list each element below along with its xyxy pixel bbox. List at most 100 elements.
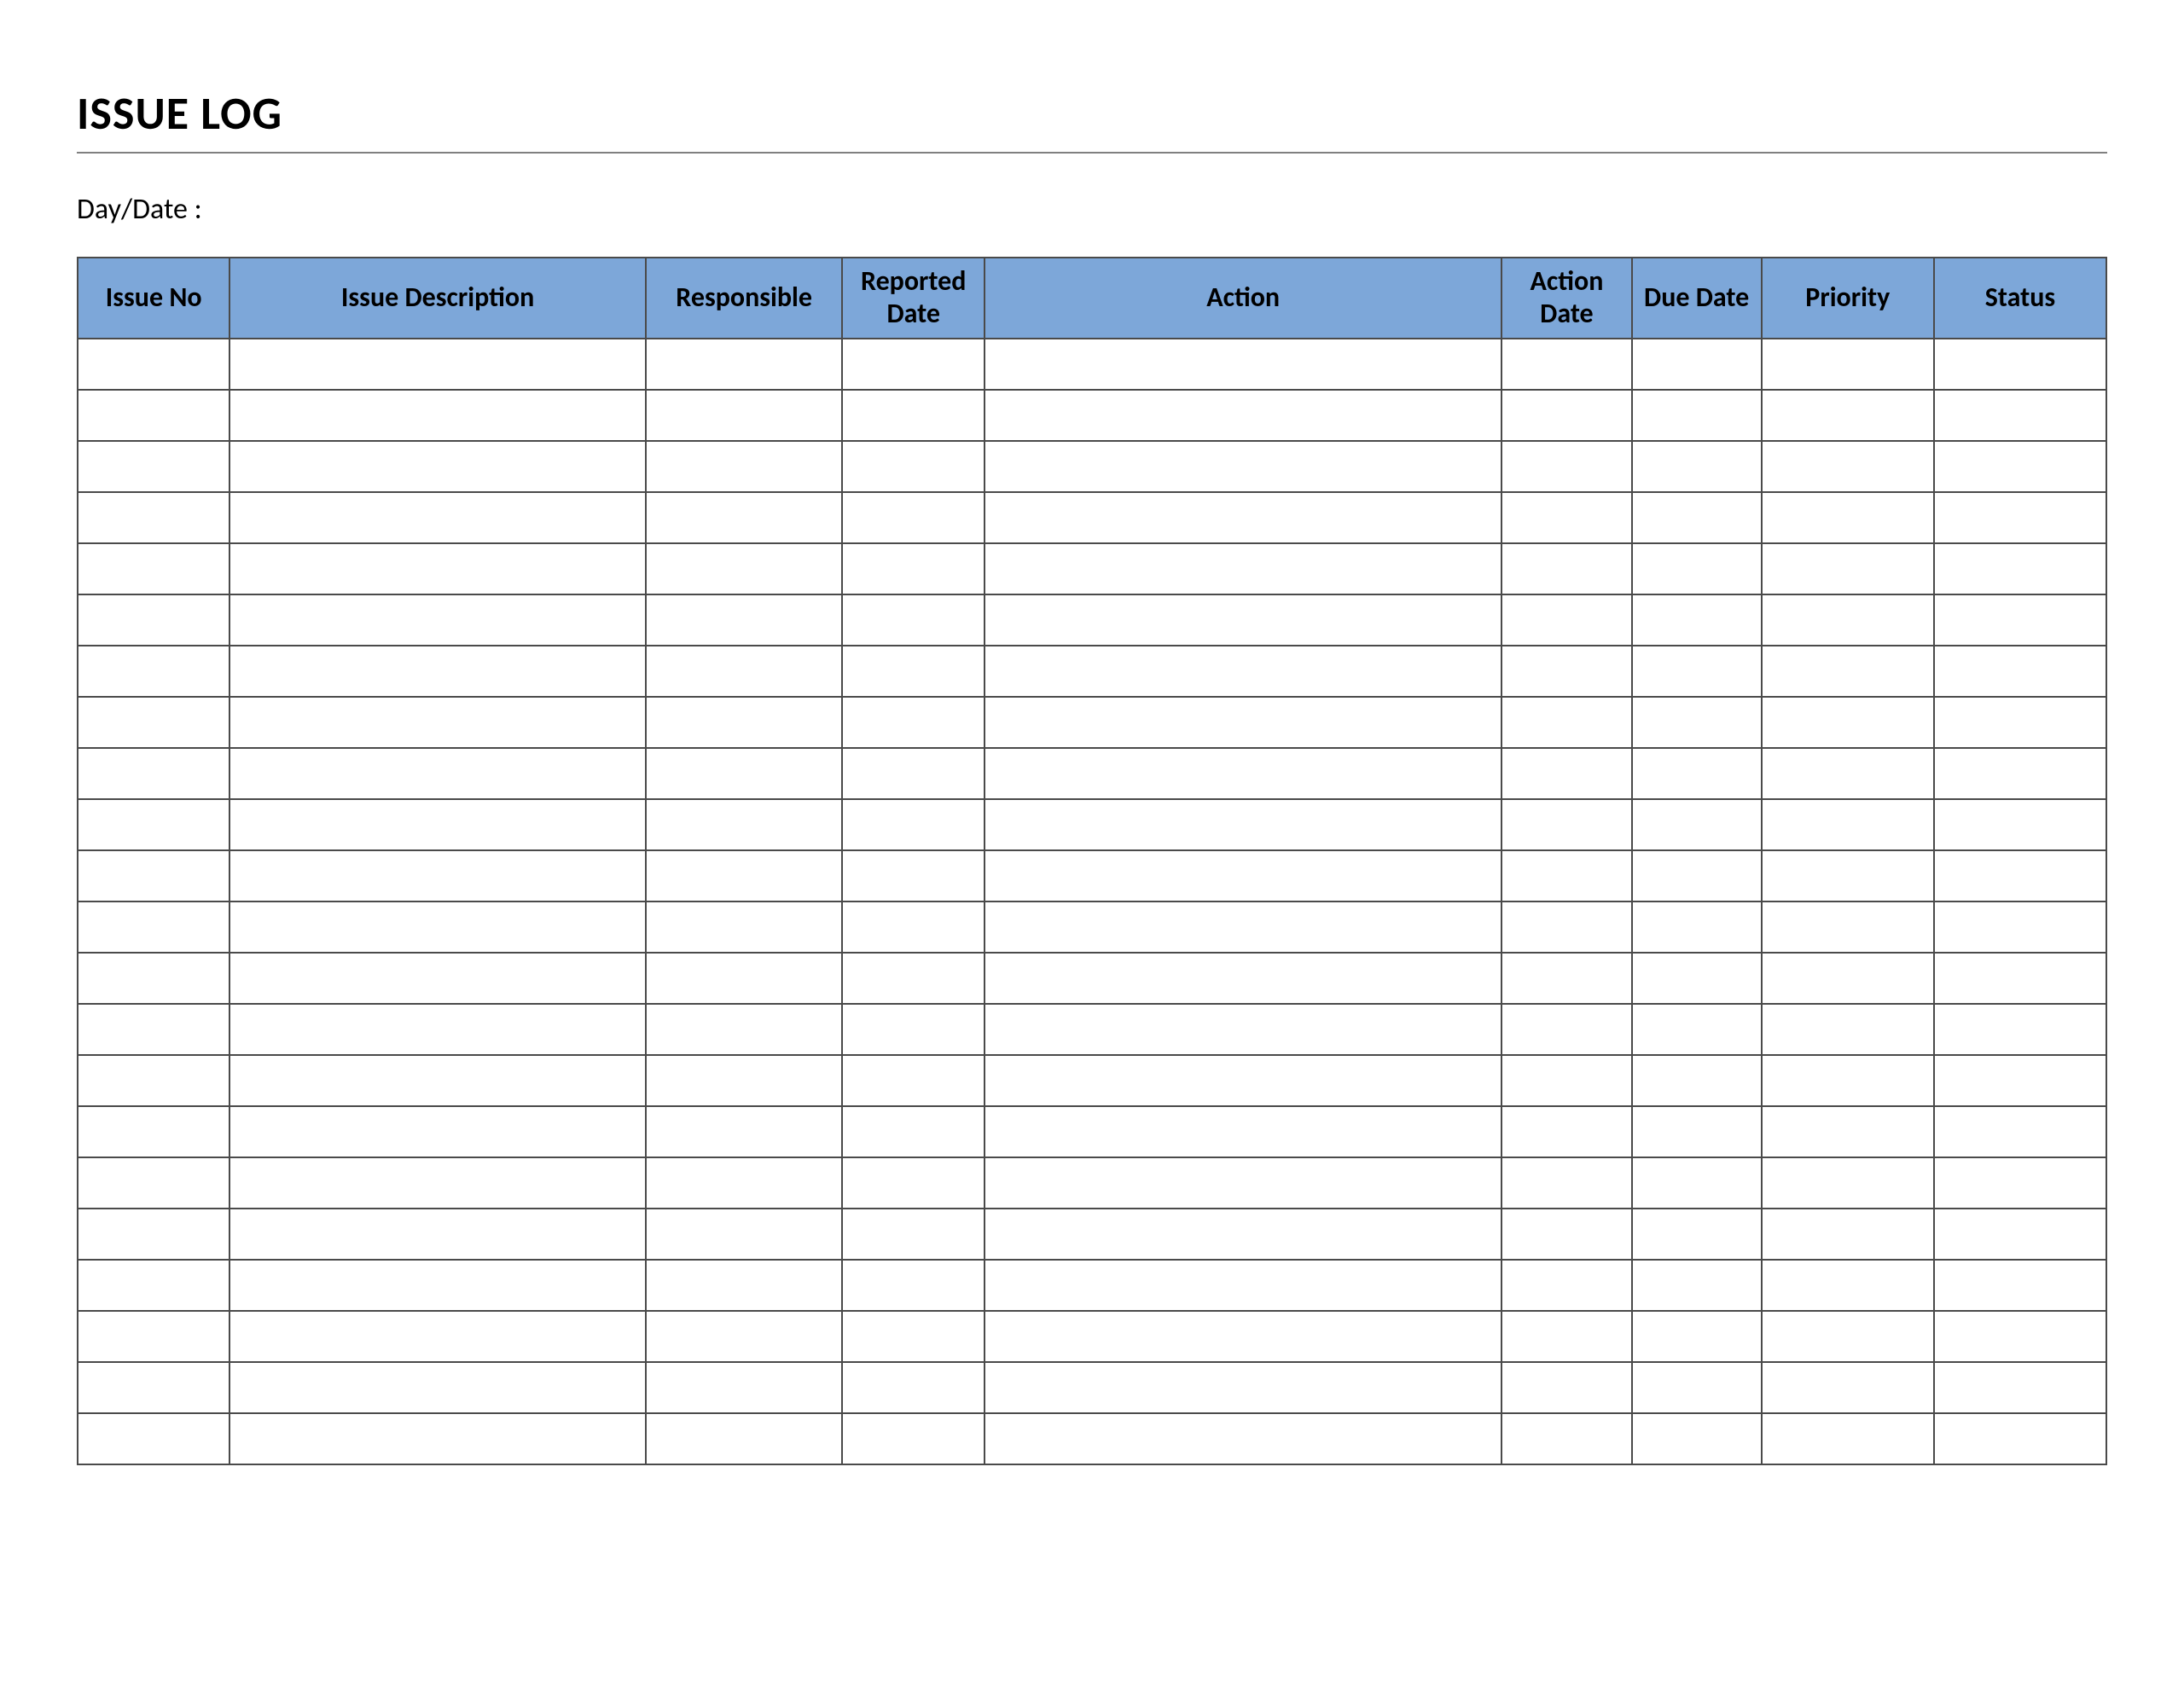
cell-issueNo[interactable]	[78, 646, 229, 697]
cell-issueDescription[interactable]	[229, 1157, 645, 1209]
cell-status[interactable]	[1934, 850, 2106, 901]
cell-priority[interactable]	[1762, 1311, 1934, 1362]
cell-responsible[interactable]	[646, 543, 843, 594]
cell-reportedDate[interactable]	[842, 850, 984, 901]
cell-issueNo[interactable]	[78, 1413, 229, 1464]
cell-issueDescription[interactable]	[229, 1004, 645, 1055]
cell-issueNo[interactable]	[78, 1106, 229, 1157]
cell-responsible[interactable]	[646, 1311, 843, 1362]
cell-action[interactable]	[985, 543, 1502, 594]
cell-dueDate[interactable]	[1632, 543, 1762, 594]
cell-status[interactable]	[1934, 799, 2106, 850]
cell-issueDescription[interactable]	[229, 339, 645, 390]
cell-issueNo[interactable]	[78, 799, 229, 850]
cell-status[interactable]	[1934, 339, 2106, 390]
cell-reportedDate[interactable]	[842, 1311, 984, 1362]
cell-action[interactable]	[985, 646, 1502, 697]
cell-issueNo[interactable]	[78, 697, 229, 748]
cell-dueDate[interactable]	[1632, 1413, 1762, 1464]
cell-action[interactable]	[985, 1157, 1502, 1209]
cell-reportedDate[interactable]	[842, 594, 984, 646]
cell-action[interactable]	[985, 1260, 1502, 1311]
cell-actionDate[interactable]	[1502, 697, 1631, 748]
cell-reportedDate[interactable]	[842, 748, 984, 799]
cell-status[interactable]	[1934, 953, 2106, 1004]
cell-issueDescription[interactable]	[229, 492, 645, 543]
cell-status[interactable]	[1934, 1106, 2106, 1157]
cell-dueDate[interactable]	[1632, 646, 1762, 697]
cell-responsible[interactable]	[646, 697, 843, 748]
cell-action[interactable]	[985, 1055, 1502, 1106]
cell-action[interactable]	[985, 697, 1502, 748]
cell-priority[interactable]	[1762, 1260, 1934, 1311]
cell-dueDate[interactable]	[1632, 953, 1762, 1004]
cell-status[interactable]	[1934, 697, 2106, 748]
cell-status[interactable]	[1934, 1362, 2106, 1413]
cell-responsible[interactable]	[646, 1209, 843, 1260]
cell-reportedDate[interactable]	[842, 1004, 984, 1055]
cell-reportedDate[interactable]	[842, 1413, 984, 1464]
cell-status[interactable]	[1934, 1209, 2106, 1260]
cell-dueDate[interactable]	[1632, 697, 1762, 748]
cell-issueDescription[interactable]	[229, 697, 645, 748]
cell-responsible[interactable]	[646, 748, 843, 799]
cell-responsible[interactable]	[646, 1004, 843, 1055]
cell-priority[interactable]	[1762, 850, 1934, 901]
cell-responsible[interactable]	[646, 390, 843, 441]
cell-action[interactable]	[985, 1106, 1502, 1157]
cell-issueNo[interactable]	[78, 1260, 229, 1311]
cell-dueDate[interactable]	[1632, 1209, 1762, 1260]
cell-dueDate[interactable]	[1632, 1157, 1762, 1209]
cell-responsible[interactable]	[646, 441, 843, 492]
cell-actionDate[interactable]	[1502, 1209, 1631, 1260]
cell-dueDate[interactable]	[1632, 901, 1762, 953]
cell-priority[interactable]	[1762, 1157, 1934, 1209]
cell-issueNo[interactable]	[78, 1004, 229, 1055]
cell-issueDescription[interactable]	[229, 1362, 645, 1413]
cell-dueDate[interactable]	[1632, 1106, 1762, 1157]
cell-actionDate[interactable]	[1502, 390, 1631, 441]
cell-responsible[interactable]	[646, 594, 843, 646]
cell-issueDescription[interactable]	[229, 390, 645, 441]
cell-issueDescription[interactable]	[229, 441, 645, 492]
cell-actionDate[interactable]	[1502, 799, 1631, 850]
cell-status[interactable]	[1934, 543, 2106, 594]
cell-responsible[interactable]	[646, 646, 843, 697]
cell-issueDescription[interactable]	[229, 543, 645, 594]
cell-priority[interactable]	[1762, 799, 1934, 850]
cell-responsible[interactable]	[646, 1157, 843, 1209]
cell-status[interactable]	[1934, 1157, 2106, 1209]
cell-action[interactable]	[985, 594, 1502, 646]
cell-dueDate[interactable]	[1632, 1260, 1762, 1311]
cell-action[interactable]	[985, 441, 1502, 492]
cell-dueDate[interactable]	[1632, 441, 1762, 492]
cell-dueDate[interactable]	[1632, 1362, 1762, 1413]
cell-responsible[interactable]	[646, 1413, 843, 1464]
cell-action[interactable]	[985, 1311, 1502, 1362]
cell-actionDate[interactable]	[1502, 748, 1631, 799]
cell-actionDate[interactable]	[1502, 594, 1631, 646]
cell-action[interactable]	[985, 1004, 1502, 1055]
cell-responsible[interactable]	[646, 850, 843, 901]
cell-issueNo[interactable]	[78, 1209, 229, 1260]
cell-issueNo[interactable]	[78, 441, 229, 492]
cell-actionDate[interactable]	[1502, 646, 1631, 697]
cell-issueNo[interactable]	[78, 953, 229, 1004]
cell-responsible[interactable]	[646, 1106, 843, 1157]
cell-action[interactable]	[985, 850, 1502, 901]
cell-reportedDate[interactable]	[842, 646, 984, 697]
cell-issueNo[interactable]	[78, 390, 229, 441]
cell-status[interactable]	[1934, 1260, 2106, 1311]
cell-issueDescription[interactable]	[229, 646, 645, 697]
cell-status[interactable]	[1934, 441, 2106, 492]
cell-actionDate[interactable]	[1502, 441, 1631, 492]
cell-priority[interactable]	[1762, 1106, 1934, 1157]
cell-reportedDate[interactable]	[842, 953, 984, 1004]
cell-reportedDate[interactable]	[842, 492, 984, 543]
cell-status[interactable]	[1934, 390, 2106, 441]
cell-reportedDate[interactable]	[842, 901, 984, 953]
cell-status[interactable]	[1934, 1004, 2106, 1055]
cell-dueDate[interactable]	[1632, 1311, 1762, 1362]
cell-reportedDate[interactable]	[842, 339, 984, 390]
cell-action[interactable]	[985, 1413, 1502, 1464]
